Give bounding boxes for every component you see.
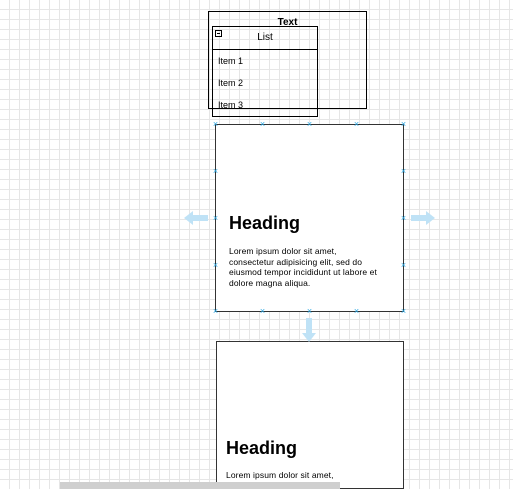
card-heading: Heading [226, 438, 298, 458]
connection-point-icon[interactable]: × [306, 120, 313, 129]
connection-point-icon[interactable]: × [306, 307, 313, 316]
connection-point-icon[interactable]: × [259, 120, 266, 129]
card-heading: Heading [229, 213, 301, 233]
list-item[interactable]: Item 3 [218, 100, 243, 110]
connection-point-icon[interactable]: × [212, 120, 219, 129]
selected-heading-card[interactable]: Heading Lorem ipsum dolor sit amet, cons… [215, 124, 404, 312]
list-item[interactable]: Item 1 [218, 56, 243, 66]
connection-point-icon[interactable]: × [259, 307, 266, 316]
card-body-text: Lorem ipsum dolor sit amet, consectetur … [229, 246, 377, 288]
horizontal-scrollbar[interactable] [60, 482, 340, 489]
list-title: List [257, 32, 273, 43]
connection-point-icon[interactable]: × [400, 120, 407, 129]
hover-arrow-left-icon[interactable] [184, 211, 208, 225]
connection-point-icon[interactable]: × [400, 307, 407, 316]
connection-point-icon[interactable]: × [400, 167, 407, 176]
connection-point-icon[interactable]: × [353, 120, 360, 129]
connection-point-icon[interactable]: × [400, 261, 407, 270]
heading-card[interactable]: Heading Lorem ipsum dolor sit amet, [216, 341, 404, 489]
list-header[interactable]: List [213, 27, 317, 50]
list-shape[interactable]: List Item 1 Item 2 Item 3 [212, 26, 318, 117]
list-item[interactable]: Item 2 [218, 78, 243, 88]
connection-point-icon[interactable]: × [212, 261, 219, 270]
connection-point-icon[interactable]: × [212, 307, 219, 316]
hover-arrow-down-icon[interactable] [302, 318, 316, 342]
hover-arrow-right-icon[interactable] [411, 211, 435, 225]
card-body-text: Lorem ipsum dolor sit amet, [226, 470, 334, 480]
connection-point-icon[interactable]: × [212, 167, 219, 176]
connection-point-icon[interactable]: × [400, 214, 407, 223]
connection-point-icon[interactable]: × [353, 307, 360, 316]
connection-point-icon[interactable]: × [212, 214, 219, 223]
